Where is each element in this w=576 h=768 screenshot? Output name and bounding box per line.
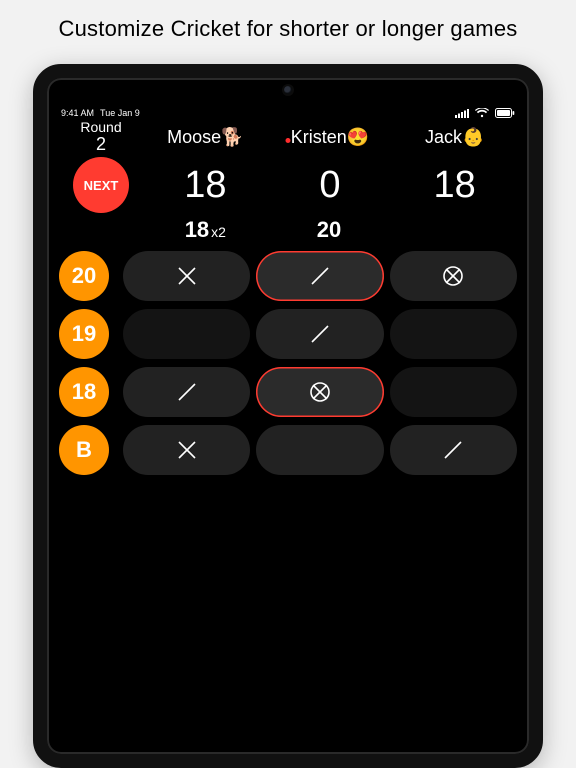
score-cell-B-p2[interactable] (256, 425, 383, 475)
score-cell-18-p3[interactable] (390, 367, 517, 417)
device-camera (284, 86, 292, 94)
last-hit-1: 18x2 (143, 217, 268, 243)
score-cell-19-p3[interactable] (390, 309, 517, 359)
score-cell-18-p1[interactable] (123, 367, 250, 417)
score-cell-19-p1[interactable] (123, 309, 250, 359)
score-cell-20-p2[interactable] (256, 251, 383, 301)
round-number: 2 (59, 135, 143, 155)
score-cell-20-p1[interactable] (123, 251, 250, 301)
marketing-caption: Customize Cricket for shorter or longer … (0, 0, 576, 60)
battery-icon (495, 108, 515, 118)
target-pill-18[interactable]: 18 (59, 367, 109, 417)
status-time: 9:41 AM (61, 108, 94, 118)
score-grid: 20 19 18 B (53, 245, 523, 475)
target-pill-19[interactable]: 19 (59, 309, 109, 359)
app-screen: 9:41 AM Tue Jan 9 Round 2 Moose (53, 104, 523, 748)
slash-mark-icon (307, 321, 333, 347)
target-pill-20[interactable]: 20 (59, 251, 109, 301)
slash-mark-icon (440, 437, 466, 463)
player-score-3: 18 (392, 164, 517, 207)
closed-mark-icon (307, 379, 333, 405)
player-name-3: Jack👶 (392, 127, 517, 148)
last-hit-3 (392, 217, 517, 243)
slash-mark-icon (174, 379, 200, 405)
round-label: Round (80, 119, 121, 135)
signal-icon (455, 109, 469, 118)
wifi-icon (475, 108, 489, 118)
next-button[interactable]: NEXT (73, 157, 129, 213)
status-date: Tue Jan 9 (100, 108, 140, 118)
status-bar: 9:41 AM Tue Jan 9 (53, 104, 523, 120)
last-hit-2: 20 (268, 217, 393, 243)
round-indicator: Round 2 (59, 120, 143, 155)
score-cell-19-p2[interactable] (256, 309, 383, 359)
player-score-1: 18 (143, 164, 268, 207)
last-hit-mult-1: x2 (211, 224, 226, 240)
score-cell-20-p3[interactable] (390, 251, 517, 301)
score-cell-B-p1[interactable] (123, 425, 250, 475)
score-cell-B-p3[interactable] (390, 425, 517, 475)
recording-indicator-icon (286, 138, 291, 143)
last-hit-value-2: 20 (317, 217, 341, 242)
score-cell-18-p2[interactable] (256, 367, 383, 417)
x-mark-icon (174, 263, 200, 289)
target-pill-B[interactable]: B (59, 425, 109, 475)
slash-mark-icon (307, 263, 333, 289)
player-name-1: Moose🐕 (143, 127, 268, 148)
x-mark-icon (174, 437, 200, 463)
last-hit-value-1: 18 (185, 217, 209, 242)
device-frame: 9:41 AM Tue Jan 9 Round 2 Moose (33, 64, 543, 768)
closed-mark-icon (440, 263, 466, 289)
player-score-2: 0 (268, 164, 393, 207)
